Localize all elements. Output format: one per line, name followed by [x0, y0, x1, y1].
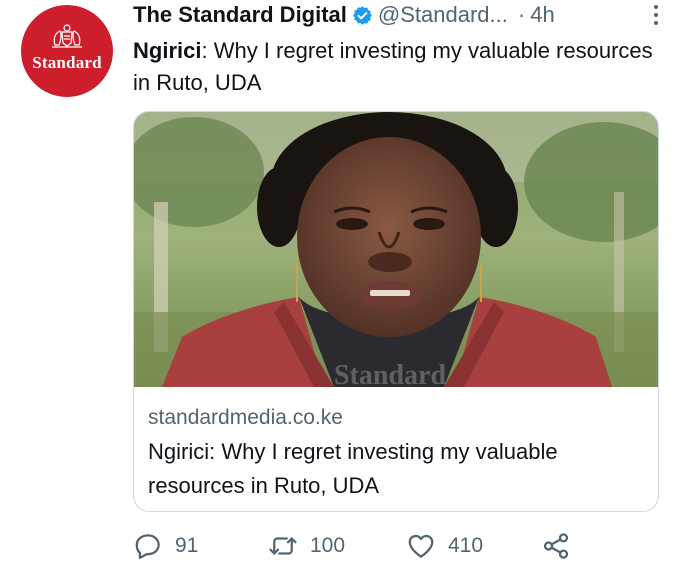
like-count: 410: [448, 534, 484, 557]
tweet-text: Ngirici: Why I regret investing my valua…: [133, 35, 653, 99]
author-handle[interactable]: @Standard...: [378, 2, 508, 28]
retweet-icon: [269, 537, 297, 555]
share-button[interactable]: [541, 528, 571, 564]
reply-count: 91: [175, 534, 199, 557]
reply-icon: [135, 534, 160, 559]
retweet-button[interactable]: 100: [268, 528, 345, 564]
card-image[interactable]: Standard: [134, 112, 658, 387]
reply-button[interactable]: 91: [133, 528, 198, 564]
author-avatar[interactable]: Standard: [21, 5, 113, 97]
tweet-text-lead: Ngirici: [133, 38, 202, 63]
like-icon: [408, 534, 434, 558]
woman-portrait-photo: Standard: [134, 112, 658, 387]
like-button[interactable]: 410: [406, 528, 483, 564]
verified-badge-icon: [352, 5, 372, 25]
crest-logo-icon: [52, 24, 82, 48]
author-name[interactable]: The Standard Digital: [133, 2, 347, 28]
separator-dot: ·: [517, 2, 526, 27]
card-title: Ngirici: Why I regret investing my valua…: [148, 439, 558, 498]
link-preview-card[interactable]: Standard standardmedia.co.ke Ngirici: Wh…: [133, 111, 659, 512]
tweet-header: The Standard Digital @Standard... · 4h: [133, 0, 668, 30]
more-options-icon[interactable]: [644, 3, 668, 27]
avatar-wordmark: Standard: [32, 53, 102, 72]
image-watermark: Standard: [334, 360, 446, 387]
card-domain: standardmedia.co.ke: [148, 406, 343, 429]
tweet-timestamp[interactable]: 4h: [530, 2, 554, 28]
share-icon: [543, 533, 569, 559]
retweet-count: 100: [310, 534, 346, 557]
tweet-actions: 91 100 410: [133, 528, 673, 564]
card-meta[interactable]: standardmedia.co.ke Ngirici: Why I regre…: [148, 404, 648, 503]
tweet-text-rest: : Why I regret investing my valuable res…: [133, 38, 653, 95]
